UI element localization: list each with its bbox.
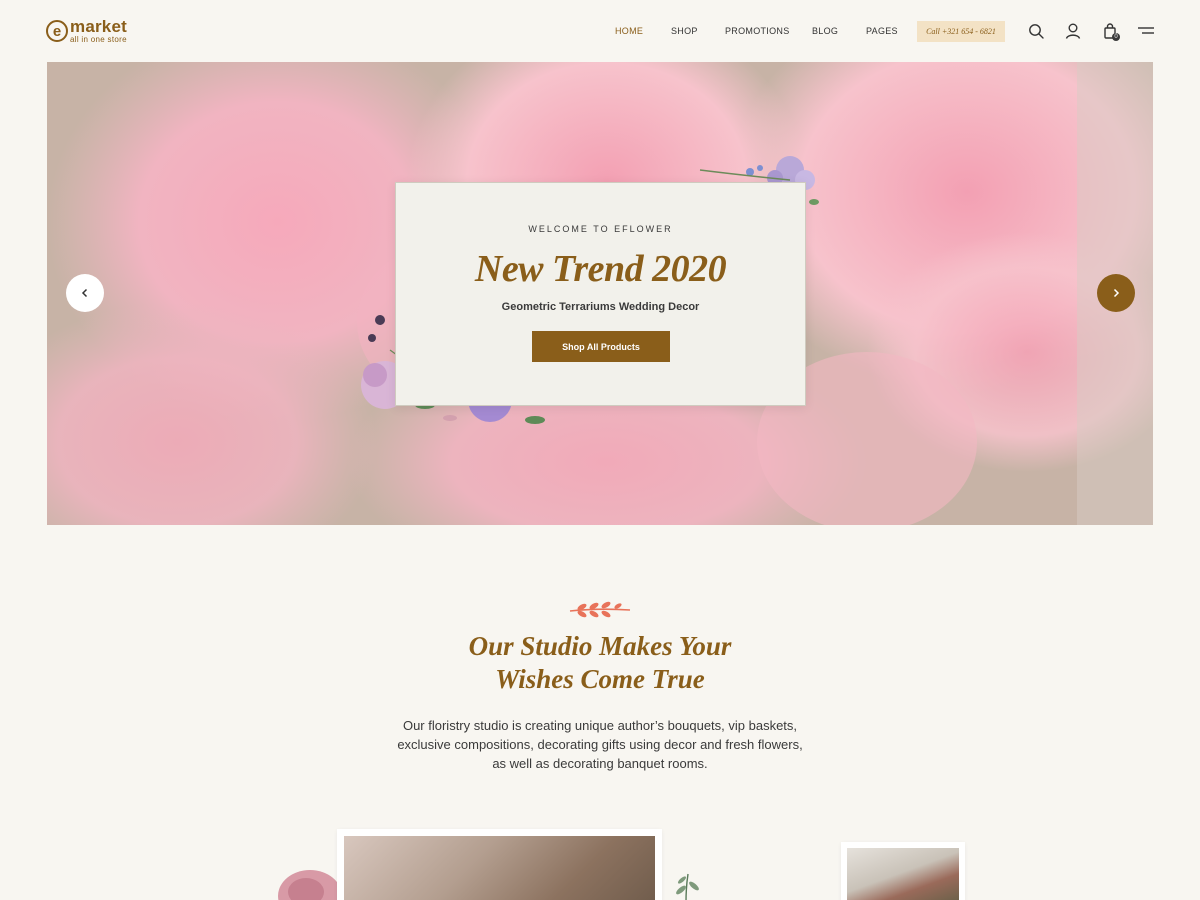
logo[interactable]: e market all in one store: [46, 18, 127, 44]
studio-description: Our floristry studio is creating unique …: [397, 718, 803, 771]
hero-subtitle: Geometric Terrariums Wedding Decor: [501, 301, 700, 313]
search-icon[interactable]: [1027, 22, 1045, 40]
logo-mark: e: [46, 20, 68, 42]
logo-name: market: [70, 17, 127, 36]
gallery-photo-small[interactable]: [841, 842, 965, 900]
studio-title-line2: Wishes Come True: [495, 664, 705, 694]
slider-next-button[interactable]: [1097, 274, 1135, 312]
site-header: e market all in one store HOME SHOP PROM…: [0, 0, 1200, 62]
stem-decoration-icon: [676, 873, 699, 900]
nav-item-pages[interactable]: PAGES: [866, 26, 898, 36]
call-button[interactable]: Call +321 654 - 6821: [917, 21, 1005, 42]
cart-count-badge: 0: [1112, 33, 1120, 41]
hero-card: WELCOME TO EFLOWER New Trend 2020 Geomet…: [395, 182, 806, 406]
gallery-photo-small-image: [847, 848, 959, 900]
nav-item-blog[interactable]: BLOG: [812, 26, 838, 36]
hero-kicker: WELCOME TO EFLOWER: [528, 224, 673, 234]
shop-all-products-button[interactable]: Shop All Products: [532, 331, 670, 362]
gallery-photo-main[interactable]: [337, 829, 662, 900]
logo-tagline: all in one store: [70, 35, 127, 44]
nav-item-promotions[interactable]: PROMOTIONS: [725, 26, 790, 36]
nav-item-shop[interactable]: SHOP: [671, 26, 698, 36]
chevron-right-icon: [1113, 288, 1120, 298]
rose-decoration-icon: [278, 870, 340, 900]
gallery-photo-main-image: [344, 836, 655, 900]
slider-prev-button[interactable]: [66, 274, 104, 312]
logo-text: market all in one store: [70, 18, 127, 44]
hero-title: New Trend 2020: [474, 248, 727, 290]
nav-item-home[interactable]: HOME: [615, 26, 643, 36]
studio-title: Our Studio Makes Your Wishes Come True: [0, 630, 1200, 696]
chevron-left-icon: [81, 288, 88, 298]
menu-icon[interactable]: [1137, 22, 1155, 40]
user-icon[interactable]: [1064, 22, 1082, 40]
leaf-branch-icon: [569, 601, 631, 618]
studio-title-line1: Our Studio Makes Your: [468, 631, 732, 661]
